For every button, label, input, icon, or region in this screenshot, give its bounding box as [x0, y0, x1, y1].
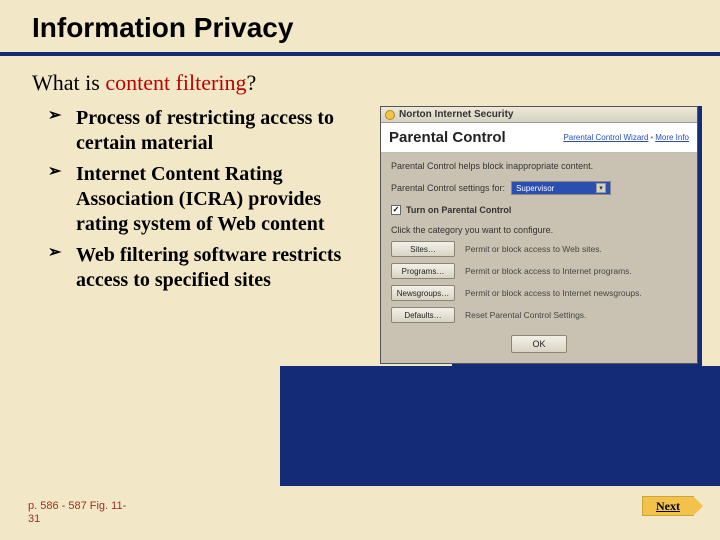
sites-button[interactable]: Sites… [391, 241, 455, 257]
category-grid: Sites… Permit or block access to Web sit… [391, 241, 687, 323]
page-reference: p. 586 - 587 Fig. 11- 31 [28, 500, 126, 526]
defaults-desc: Reset Parental Control Settings. [465, 310, 687, 320]
subtitle-accent: content filtering [105, 70, 246, 95]
defaults-button[interactable]: Defaults… [391, 307, 455, 323]
newsgroups-button[interactable]: Newsgroups… [391, 285, 455, 301]
user-dropdown[interactable]: Supervisor ▾ [511, 181, 611, 195]
wizard-link[interactable]: Parental Control Wizard [563, 133, 648, 142]
slide-subtitle: What is content filtering? [0, 56, 720, 96]
newsgroups-desc: Permit or block access to Internet newsg… [465, 288, 687, 298]
decorative-block [280, 366, 720, 486]
slide-title: Information Privacy [0, 0, 720, 44]
next-button[interactable]: Next [642, 496, 694, 516]
toggle-row: ✓ Turn on Parental Control [391, 205, 687, 215]
category-intro: Click the category you want to configure… [391, 225, 687, 235]
more-info-link[interactable]: More Info [648, 133, 689, 142]
list-item: Process of restricting access to certain… [48, 106, 368, 156]
window-heading: Parental Control [389, 129, 506, 146]
subtitle-suffix: ? [246, 70, 256, 95]
bullet-list: Process of restricting access to certain… [48, 106, 368, 364]
header-links: Parental Control WizardMore Info [563, 133, 689, 142]
list-item: Web filtering software restricts access … [48, 243, 368, 293]
window-description: Parental Control helps block inappropria… [391, 161, 687, 171]
toggle-checkbox[interactable]: ✓ [391, 205, 401, 215]
screenshot-container: Norton Internet Security Parental Contro… [380, 106, 702, 364]
dropdown-value: Supervisor [516, 184, 554, 193]
chevron-down-icon: ▾ [596, 183, 606, 193]
page-ref-line2: 31 [28, 513, 40, 525]
programs-button[interactable]: Programs… [391, 263, 455, 279]
app-icon [385, 110, 395, 120]
toggle-label: Turn on Parental Control [406, 205, 511, 215]
window-title-text: Norton Internet Security [399, 109, 513, 120]
page-ref-line1: p. 586 - 587 Fig. 11- [28, 500, 126, 512]
subtitle-prefix: What is [32, 70, 105, 95]
list-item: Internet Content Rating Association (ICR… [48, 162, 368, 237]
settings-label: Parental Control settings for: [391, 183, 505, 193]
window-titlebar: Norton Internet Security [381, 107, 697, 123]
settings-row: Parental Control settings for: Superviso… [391, 181, 687, 195]
window-heading-row: Parental Control Parental Control Wizard… [381, 123, 697, 153]
app-window: Norton Internet Security Parental Contro… [380, 106, 698, 364]
programs-desc: Permit or block access to Internet progr… [465, 266, 687, 276]
ok-button[interactable]: OK [511, 335, 567, 353]
sites-desc: Permit or block access to Web sites. [465, 244, 687, 254]
